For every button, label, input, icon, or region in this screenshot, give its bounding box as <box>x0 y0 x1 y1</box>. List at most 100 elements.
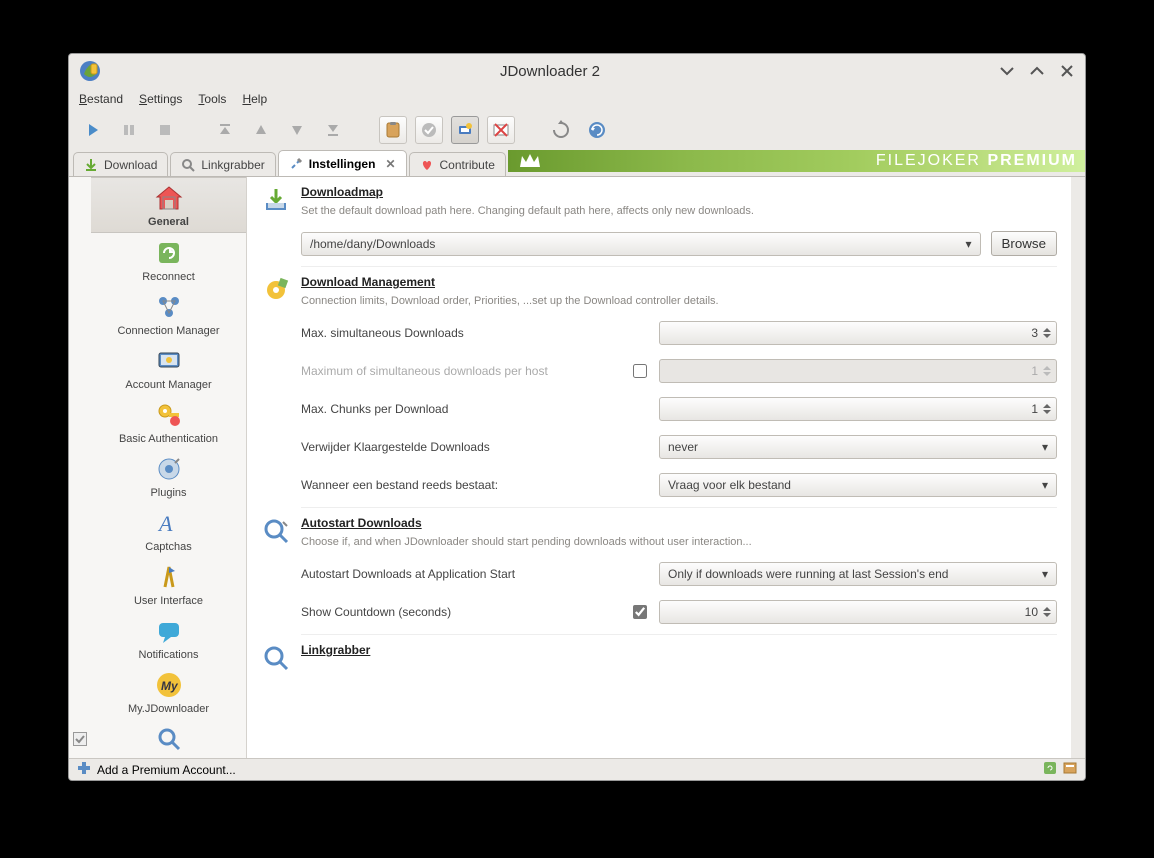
account-icon <box>153 345 185 377</box>
sidebar-item-ui[interactable]: User Interface <box>91 557 246 611</box>
section-autostart-title: Autostart Downloads <box>301 516 1057 530</box>
svg-text:My: My <box>161 679 179 693</box>
reconnect-icon[interactable] <box>583 116 611 144</box>
auto-reconnect-icon[interactable] <box>451 116 479 144</box>
play-icon[interactable] <box>79 116 107 144</box>
spinner-arrows-icon <box>1042 365 1052 377</box>
move-bottom-icon[interactable] <box>319 116 347 144</box>
settings-sidebar: General Reconnect Connection Manager Acc… <box>91 177 246 758</box>
tab-linkgrabber-label: Linkgrabber <box>201 158 264 172</box>
menu-tools[interactable]: Tools <box>198 92 226 106</box>
spinner-arrows-icon <box>1042 403 1052 415</box>
chevron-down-icon: ▾ <box>966 237 972 251</box>
downloadmap-icon <box>261 185 291 267</box>
sidebar-item-captchas[interactable]: A Captchas <box>91 503 246 557</box>
stop-icon[interactable] <box>151 116 179 144</box>
sidebar-item-notifications[interactable]: Notifications <box>91 611 246 665</box>
tab-download[interactable]: Download <box>73 152 168 176</box>
tab-settings[interactable]: Instellingen ✕ <box>278 150 407 176</box>
remove-finished-label: Verwijder Klaargestelde Downloads <box>301 440 621 454</box>
file-exists-combo[interactable]: Vraag voor elk bestand ▾ <box>659 473 1057 497</box>
main-scrollbar[interactable] <box>1071 177 1085 758</box>
crown-icon <box>518 152 542 170</box>
window-title: JDownloader 2 <box>101 63 999 80</box>
reconnect-settings-icon <box>153 237 185 269</box>
sidebar-item-general[interactable]: General <box>91 177 246 233</box>
sidebar-item-label: Reconnect <box>142 271 195 283</box>
captcha-icon: A <box>153 507 185 539</box>
ui-icon <box>153 561 185 593</box>
tab-settings-label: Instellingen <box>309 157 376 171</box>
settings-main: Downloadmap Set the default download pat… <box>247 177 1071 758</box>
move-up-icon[interactable] <box>247 116 275 144</box>
status-icon-1[interactable] <box>1043 761 1057 778</box>
section-downloadmap-title: Downloadmap <box>301 185 1057 199</box>
sidebar-item-basicauth[interactable]: Basic Authentication <box>91 395 246 449</box>
menu-file[interactable]: Bestand <box>79 92 123 106</box>
countdown-label: Show Countdown (seconds) <box>301 605 621 619</box>
sidebar-item-label: My.JDownloader <box>128 703 209 715</box>
tab-download-label: Download <box>104 158 157 172</box>
menu-help[interactable]: Help <box>242 92 267 106</box>
download-icon <box>84 158 98 172</box>
tab-contribute[interactable]: Contribute <box>409 152 506 176</box>
pause-icon[interactable] <box>115 116 143 144</box>
max-chunks-spinner[interactable]: 1 <box>659 397 1057 421</box>
sidebar-toggle-checkbox[interactable] <box>73 732 87 746</box>
max-sim-spinner[interactable]: 3 <box>659 321 1057 345</box>
tab-close-icon[interactable]: ✕ <box>385 157 395 171</box>
app-icon <box>79 60 101 82</box>
max-host-checkbox[interactable] <box>633 364 647 378</box>
chevron-down-icon: ▾ <box>1042 478 1048 492</box>
section-dlmanagement-desc: Connection limits, Download order, Prior… <box>301 295 1057 307</box>
autostart-combo[interactable]: Only if downloads were running at last S… <box>659 562 1057 586</box>
add-premium-link[interactable]: Add a Premium Account... <box>97 763 236 777</box>
menubar: Bestand Settings Tools Help <box>69 88 1085 110</box>
menu-settings[interactable]: Settings <box>139 92 182 106</box>
move-down-icon[interactable] <box>283 116 311 144</box>
banner-filejoker[interactable]: FILEJOKER PREMIUM <box>508 150 1085 172</box>
tab-contribute-label: Contribute <box>440 158 495 172</box>
sidebar-item-label: Connection Manager <box>117 325 219 337</box>
sidebar-item-plugins[interactable]: Plugins <box>91 449 246 503</box>
home-icon <box>153 182 185 214</box>
plugin-icon <box>153 453 185 485</box>
dlmanagement-icon <box>261 275 291 508</box>
sidebar-item-reconnect[interactable]: Reconnect <box>91 233 246 287</box>
countdown-checkbox[interactable] <box>633 605 647 619</box>
heart-icon <box>420 158 434 172</box>
section-linkgrabber-title: Linkgrabber <box>301 643 1057 657</box>
statusbar: Add a Premium Account... <box>69 758 1085 780</box>
browse-button[interactable]: Browse <box>991 231 1057 256</box>
close-icon[interactable] <box>1059 63 1075 79</box>
search-filter-icon <box>153 723 185 755</box>
countdown-spinner[interactable]: 10 <box>659 600 1057 624</box>
update-icon[interactable] <box>547 116 575 144</box>
sidebar-item-account[interactable]: Account Manager <box>91 341 246 395</box>
network-icon <box>153 291 185 323</box>
sidebar-item-myjd[interactable]: My My.JDownloader <box>91 665 246 719</box>
sidebar-item-linkfilter[interactable] <box>91 719 246 758</box>
remove-icon[interactable] <box>487 116 515 144</box>
toolbar <box>69 110 1085 150</box>
move-top-icon[interactable] <box>211 116 239 144</box>
autostart-at-start-label: Autostart Downloads at Application Start <box>301 567 621 581</box>
remove-finished-combo[interactable]: never ▾ <box>659 435 1057 459</box>
myjd-icon: My <box>153 669 185 701</box>
max-sim-label: Max. simultaneous Downloads <box>301 326 621 340</box>
sidebar-item-label: User Interface <box>134 595 203 607</box>
clipboard-icon[interactable] <box>379 116 407 144</box>
minimize-icon[interactable] <box>999 63 1015 79</box>
maximize-icon[interactable] <box>1029 63 1045 79</box>
skip-captcha-icon[interactable] <box>415 116 443 144</box>
sidebar-item-connection[interactable]: Connection Manager <box>91 287 246 341</box>
sidebar-item-label: Captchas <box>145 541 191 553</box>
download-path-combo[interactable]: /home/dany/Downloads ▾ <box>301 232 981 256</box>
status-icon-2[interactable] <box>1063 761 1077 778</box>
tab-linkgrabber[interactable]: Linkgrabber <box>170 152 275 176</box>
section-downloadmap-desc: Set the default download path here. Chan… <box>301 205 1057 217</box>
tabbar: Download Linkgrabber Instellingen ✕ Cont… <box>69 150 1085 176</box>
file-exists-label: Wanneer een bestand reeds bestaat: <box>301 478 621 492</box>
application-window: JDownloader 2 Bestand Settings Tools Hel… <box>68 53 1086 781</box>
download-path-value: /home/dany/Downloads <box>310 237 435 251</box>
